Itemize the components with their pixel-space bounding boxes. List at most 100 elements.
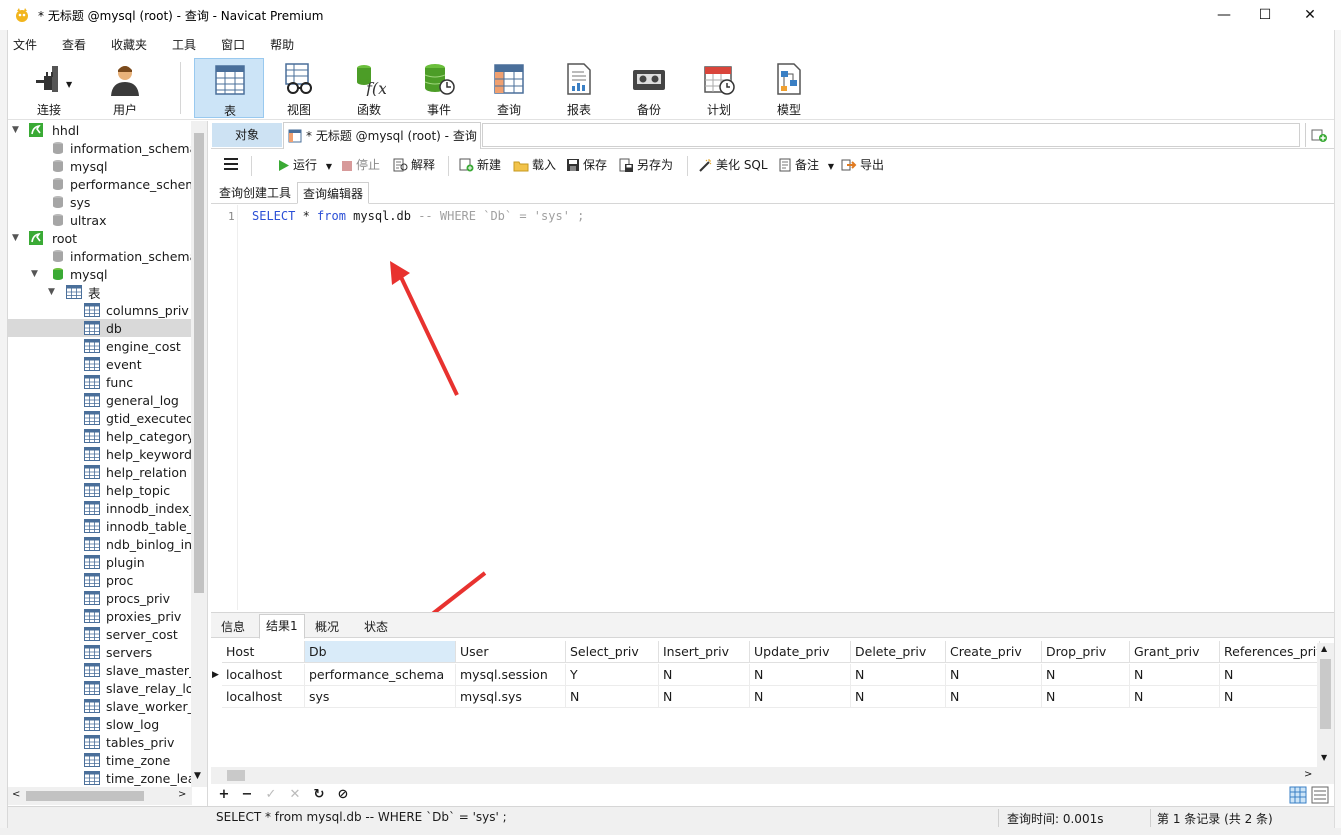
- grid-view-icon[interactable]: [1289, 786, 1307, 804]
- collapse-chevron-icon[interactable]: ▼: [31, 269, 41, 279]
- tree-item-table[interactable]: help_category: [8, 427, 191, 445]
- tree-item-db[interactable]: information_schema: [8, 139, 191, 157]
- tree-item-table[interactable]: slave_master_in: [8, 661, 191, 679]
- tab-query-builder[interactable]: 查询创建工具: [214, 182, 296, 204]
- scroll-down-icon[interactable]: ▼: [194, 771, 201, 781]
- scroll-up-icon[interactable]: ▲: [1321, 644, 1327, 653]
- tree-item-db-open[interactable]: ▼ mysql: [8, 265, 191, 283]
- table-cell[interactable]: N: [946, 664, 1042, 686]
- scroll-left-icon[interactable]: <: [12, 789, 20, 800]
- comment-dropdown-icon[interactable]: ▼: [828, 162, 834, 171]
- toolbar-connect-button[interactable]: ▼ 连接: [14, 58, 84, 118]
- new-tab-button[interactable]: [1305, 123, 1331, 147]
- menu-favorites[interactable]: 收藏夹: [106, 36, 152, 53]
- toolbar-function-button[interactable]: f(x) 函数: [334, 58, 404, 118]
- collapse-chevron-icon[interactable]: ▼: [12, 125, 22, 135]
- new-query-button[interactable]: 新建: [459, 157, 501, 174]
- scroll-down-icon[interactable]: ▼: [1321, 753, 1327, 762]
- table-cell[interactable]: N: [750, 686, 851, 708]
- tab-query[interactable]: * 无标题 @mysql (root) - 查询: [283, 122, 481, 149]
- tree-item-table[interactable]: servers: [8, 643, 191, 661]
- sql-code-line[interactable]: SELECT * from mysql.db -- WHERE `Db` = '…: [252, 209, 584, 223]
- tree-item-table[interactable]: proxies_priv: [8, 607, 191, 625]
- table-cell[interactable]: N: [851, 686, 946, 708]
- tree-item-connection[interactable]: ▼ root: [8, 229, 191, 247]
- tree-item-table[interactable]: slave_relay_log: [8, 679, 191, 697]
- toolbar-backup-button[interactable]: 备份: [614, 58, 684, 118]
- tree-item-db[interactable]: information_schema: [8, 247, 191, 265]
- menu-tools[interactable]: 工具: [167, 36, 201, 53]
- table-cell[interactable]: localhost: [222, 664, 305, 686]
- column-header[interactable]: References_priv: [1220, 641, 1320, 663]
- beautify-sql-button[interactable]: 美化 SQL: [697, 157, 768, 174]
- tree-item-table[interactable]: slave_worker_in: [8, 697, 191, 715]
- result-grid[interactable]: Host Db User Select_priv Insert_priv Update_p…: [211, 639, 1334, 784]
- column-header[interactable]: User: [456, 641, 566, 663]
- tree-item-table[interactable]: ndb_binlog_inc: [8, 535, 191, 553]
- table-cell[interactable]: Y: [566, 664, 659, 686]
- tree-item-table[interactable]: help_keyword: [8, 445, 191, 463]
- comment-button[interactable]: 备注 ▼: [778, 157, 834, 174]
- tree-item-db[interactable]: mysql: [8, 157, 191, 175]
- tree-item-table[interactable]: engine_cost: [8, 337, 191, 355]
- tree-item-table[interactable]: plugin: [8, 553, 191, 571]
- table-cell[interactable]: N: [566, 686, 659, 708]
- grid-hscroll-thumb[interactable]: [227, 770, 245, 781]
- grid-vertical-scrollbar[interactable]: ▲ ▼: [1317, 643, 1334, 767]
- tab-status[interactable]: 状态: [358, 616, 394, 638]
- tree-item-table[interactable]: columns_priv: [8, 301, 191, 319]
- menu-hamburger-button[interactable]: [223, 157, 239, 174]
- table-cell[interactable]: N: [1130, 686, 1220, 708]
- table-cell[interactable]: N: [1042, 664, 1130, 686]
- minimize-button[interactable]: —: [1201, 0, 1247, 30]
- column-header[interactable]: Delete_priv: [851, 641, 946, 663]
- tree-item-table[interactable]: slow_log: [8, 715, 191, 733]
- tree-item-table[interactable]: procs_priv: [8, 589, 191, 607]
- toolbar-user-button[interactable]: 用户: [90, 58, 160, 118]
- table-cell[interactable]: N: [1220, 664, 1320, 686]
- table-cell[interactable]: N: [750, 664, 851, 686]
- grid-horizontal-scrollbar[interactable]: >: [211, 767, 1334, 784]
- collapse-chevron-icon[interactable]: ▼: [48, 287, 58, 297]
- discard-changes-button[interactable]: ✕: [287, 787, 303, 803]
- menu-window[interactable]: 窗口: [216, 36, 250, 53]
- toolbar-event-button[interactable]: 事件: [404, 58, 474, 118]
- load-button[interactable]: 载入: [513, 157, 556, 174]
- explain-button[interactable]: 解释: [393, 157, 435, 174]
- grid-scroll-thumb[interactable]: [1320, 659, 1331, 729]
- run-dropdown-icon[interactable]: ▼: [326, 162, 332, 171]
- tree-item-table[interactable]: gtid_executed: [8, 409, 191, 427]
- save-button[interactable]: 保存: [566, 157, 607, 174]
- table-cell[interactable]: N: [1220, 686, 1320, 708]
- menu-file[interactable]: 文件: [8, 36, 42, 53]
- tree-hscroll-thumb[interactable]: [26, 791, 144, 801]
- column-header[interactable]: Update_priv: [750, 641, 851, 663]
- maximize-button[interactable]: ☐: [1242, 0, 1288, 30]
- table-cell[interactable]: N: [1042, 686, 1130, 708]
- tree-item-connection[interactable]: ▼ hhdl: [8, 121, 191, 139]
- tree-item-db[interactable]: ultrax: [8, 211, 191, 229]
- tree-item-table[interactable]: func: [8, 373, 191, 391]
- close-button[interactable]: ✕: [1287, 0, 1333, 30]
- tree-item-table[interactable]: general_log: [8, 391, 191, 409]
- tree-vertical-scrollbar[interactable]: ▼: [191, 121, 207, 787]
- tree-item-table[interactable]: db: [8, 319, 191, 337]
- tree-item-table[interactable]: tables_priv: [8, 733, 191, 751]
- table-cell[interactable]: N: [1130, 664, 1220, 686]
- column-header[interactable]: Grant_priv: [1130, 641, 1220, 663]
- collapse-chevron-icon[interactable]: ▼: [12, 233, 22, 243]
- table-cell[interactable]: mysql.sys: [456, 686, 566, 708]
- table-cell[interactable]: sys: [305, 686, 456, 708]
- menu-view[interactable]: 查看: [57, 36, 91, 53]
- tree-item-table[interactable]: event: [8, 355, 191, 373]
- column-header[interactable]: Host: [222, 641, 305, 663]
- tree-item-db[interactable]: performance_schema: [8, 175, 191, 193]
- table-cell[interactable]: N: [851, 664, 946, 686]
- run-button[interactable]: 运行 ▼: [277, 157, 332, 174]
- tree-item-table[interactable]: help_relation: [8, 463, 191, 481]
- table-cell[interactable]: performance_schema: [305, 664, 456, 686]
- column-header[interactable]: Drop_priv: [1042, 641, 1130, 663]
- tab-info[interactable]: 信息: [215, 616, 251, 638]
- refresh-button[interactable]: ↻: [311, 787, 327, 803]
- tree-item-table[interactable]: time_zone: [8, 751, 191, 769]
